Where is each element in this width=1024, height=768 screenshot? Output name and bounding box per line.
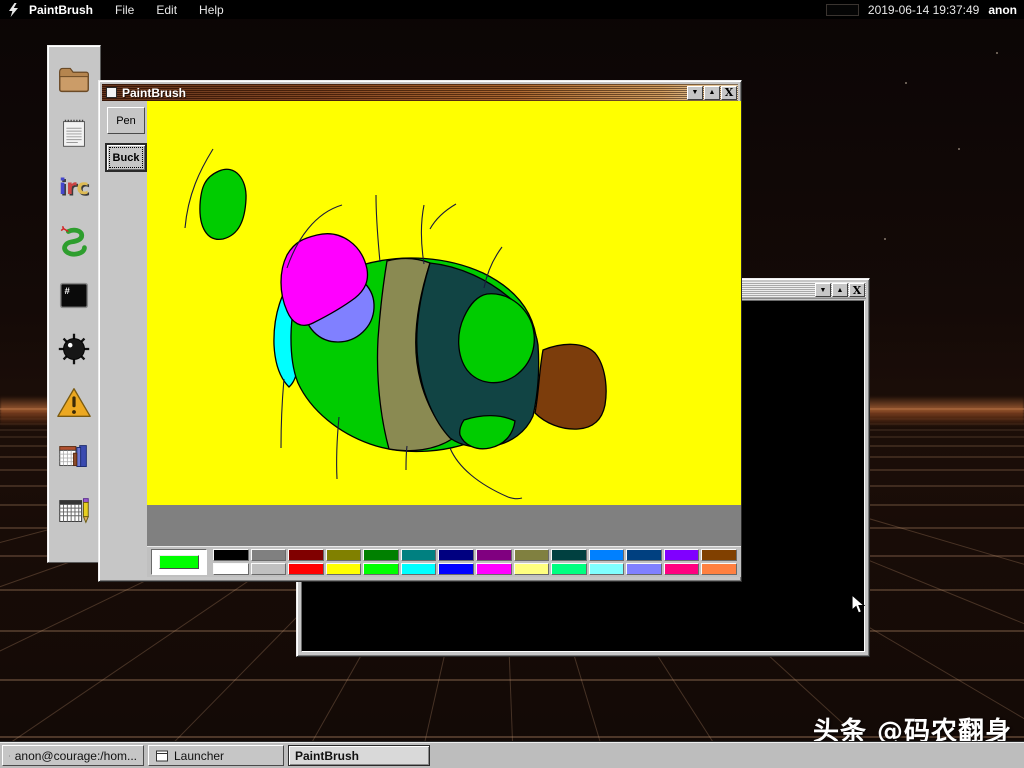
palette-swatch[interactable] [588,549,625,561]
dock-item-alerts[interactable] [54,383,94,423]
username: anon [988,2,1017,17]
palette-swatch[interactable] [476,563,512,575]
taskbar-button-paintbrush[interactable]: PaintBrush [288,745,430,766]
dock-item-terminal[interactable]: # [54,275,94,315]
palette-swatch[interactable] [363,549,399,561]
terminal-glyph: # [65,286,71,297]
terminal-icon [9,755,10,756]
taskbar-button-label: PaintBrush [295,748,360,763]
dock-item-irc[interactable]: irc [54,167,94,207]
notepad-icon [63,119,85,147]
palette-swatch[interactable] [288,563,324,575]
irc-letter: c [76,174,89,199]
menu-help[interactable]: Help [199,3,224,17]
palette-swatch[interactable] [476,549,512,561]
dock-item-minesweeper[interactable] [54,329,94,369]
paint-canvas[interactable] [147,101,741,505]
shade-button[interactable]: ▼ [687,85,703,100]
palette-swatch[interactable] [288,549,324,561]
palette-swatch[interactable] [325,563,362,575]
maximize-button[interactable]: ▲ [704,85,720,100]
palette-swatch[interactable] [663,549,700,561]
palette-swatch[interactable] [438,563,474,575]
maximize-button[interactable]: ▲ [832,283,848,297]
window-icon [106,87,117,98]
taskbar-button-terminal[interactable]: anon@courage:/hom... [2,745,144,766]
canvas-viewport [147,101,741,546]
paintbrush-titlebar[interactable]: PaintBrush ▼ ▲ X [102,84,738,101]
lightning-icon[interactable] [8,2,19,17]
star [905,82,907,84]
folder-icon [59,67,89,93]
clock: 2019-06-14 19:37:49 [867,2,980,17]
palette-swatch[interactable] [250,549,287,561]
palette-swatch[interactable] [663,563,700,575]
menu-file[interactable]: File [115,3,134,17]
palette-swatch[interactable] [551,563,587,575]
dock-item-python[interactable] [54,221,94,261]
palette-swatch[interactable] [701,563,737,575]
taskbar-button-launcher[interactable]: Launcher [148,745,284,766]
current-color-box [151,549,207,575]
taskbar-button-label: Launcher [174,748,225,763]
star [958,148,960,150]
current-color-swatch [159,555,199,569]
palette-swatch[interactable] [626,549,662,561]
books-icon [59,445,87,467]
palette-swatch[interactable] [325,549,362,561]
menubar: PaintBrush File Edit Help 2019-06-14 19:… [0,0,1024,19]
palette-swatch[interactable] [701,549,737,561]
star [996,52,998,54]
palette-swatch[interactable] [400,549,437,561]
palette-swatch[interactable] [213,563,249,575]
taskbar-button-label: anon@courage:/hom... [14,748,137,763]
palette-swatch[interactable] [250,563,287,575]
palette-swatch[interactable] [400,563,437,575]
tool-column: Pen Buck [102,101,147,578]
palette-grid [213,549,737,575]
color-palette [147,546,741,577]
dock-item-spreadsheet[interactable] [54,491,94,531]
palette-swatch[interactable] [513,563,550,575]
menu-app-name[interactable]: PaintBrush [29,3,93,17]
pen-tool-button[interactable]: Pen [107,107,145,134]
irc-letter: r [66,174,77,199]
shade-button[interactable]: ▼ [815,283,831,297]
mine-icon [58,333,90,365]
dock-item-organizer[interactable] [54,437,94,477]
paintbrush-window: PaintBrush ▼ ▲ X Pen Buck [98,80,742,582]
palette-swatch[interactable] [213,549,249,561]
palette-swatch[interactable] [551,549,587,561]
terminal-icon: # [59,282,89,309]
window-icon [156,750,168,761]
window-title: PaintBrush [122,85,187,100]
palette-swatch[interactable] [513,549,550,561]
palette-swatch[interactable] [588,563,625,575]
star [884,238,886,240]
close-button[interactable]: X [849,283,865,297]
dock-item-notepad[interactable] [54,113,94,153]
palette-swatch[interactable] [626,563,662,575]
grid-pencil-icon [59,498,89,524]
palette-swatch[interactable] [363,563,399,575]
warning-icon [57,388,91,417]
menu-edit[interactable]: Edit [156,3,177,17]
palette-swatch[interactable] [438,549,474,561]
taskbar: anon@courage:/hom... Launcher PaintBrush [0,742,1024,768]
snake-icon [60,225,87,257]
irc-icon: irc [59,174,89,199]
close-button[interactable]: X [721,85,737,100]
buck-tool-button[interactable]: Buck [105,143,147,172]
dock: irc # [47,45,101,563]
dock-item-file-manager[interactable] [54,59,94,99]
status-indicator [825,3,859,16]
